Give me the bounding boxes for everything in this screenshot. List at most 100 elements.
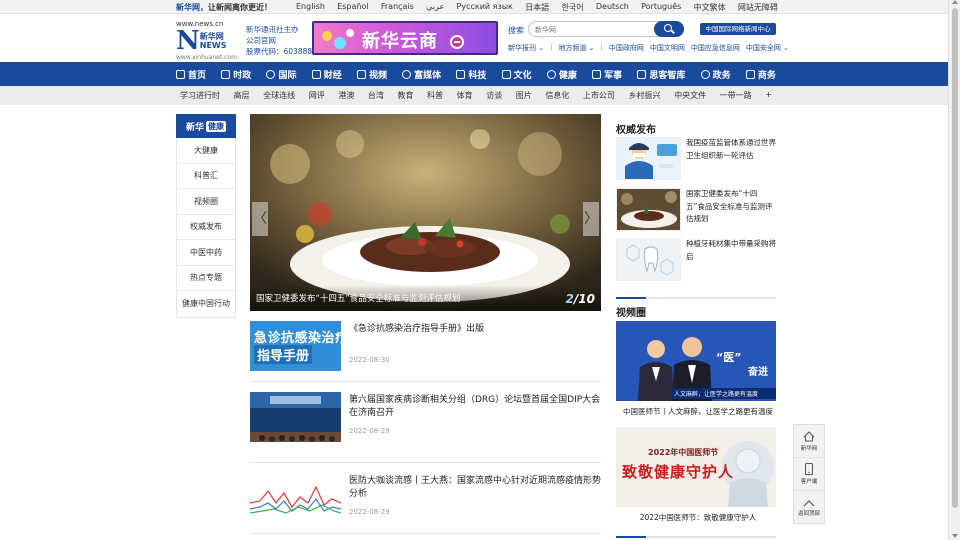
nav-item-1[interactable]: 首页 <box>176 68 206 81</box>
sidebar-item[interactable]: 中医中药 <box>177 240 235 266</box>
health-sidebar: 新华 健康 大健康 科普汇 视频圈 权威发布 中医中药 热点专题 健康中国行动 <box>176 114 236 318</box>
secondary-nav-item[interactable]: 学习进行时 <box>180 90 220 101</box>
secondary-nav-item[interactable]: 体育 <box>457 90 473 101</box>
secondary-nav-item[interactable]: 中央文件 <box>674 90 706 101</box>
sidebar-item[interactable]: 大健康 <box>177 138 235 164</box>
authority-item[interactable]: 我国疫苗监管体系通过世界卫生组织新一轮评估 <box>616 137 776 181</box>
language-link[interactable]: 中文繁体 <box>694 2 726 13</box>
sidebar-item[interactable]: 权威发布 <box>177 215 235 240</box>
search-button[interactable] <box>654 21 684 37</box>
nav-item-4[interactable]: 财经 <box>311 68 342 81</box>
authority-thumbnail[interactable] <box>616 137 681 180</box>
xinhua-logo[interactable]: www.news.cn N 新华网 NEWS www.xinhuanet.com <box>176 20 237 61</box>
secondary-nav-item[interactable]: 高层 <box>234 90 250 101</box>
float-app-button[interactable]: 客户端 <box>794 458 824 491</box>
link-emergency[interactable]: 中国应急信息网 <box>691 43 740 53</box>
news-title[interactable]: 第六届国家疾病诊断相关分组（DRG）论坛暨首届全国DIP大会在济南召开 <box>349 394 601 420</box>
main-nav: 首页 时政 国际 财经 视频 富媒体 科技 文化 健康 军事 思客智库 政务 商务 <box>0 62 948 86</box>
nav-item-13[interactable]: 商务 <box>745 68 776 81</box>
authority-thumbnail[interactable] <box>616 238 681 281</box>
org-line[interactable]: 公司官网 <box>246 35 312 46</box>
sidebar-item[interactable]: 科普汇 <box>177 164 235 189</box>
carousel-caption[interactable]: 国家卫健委发布“十四五”食品安全标准与监测评估规划 <box>256 292 460 304</box>
link-newspapers[interactable]: 新华报刊 ⌄ <box>508 43 544 53</box>
nav-item-10[interactable]: 军事 <box>592 68 622 81</box>
news-item[interactable]: 医防大咖谈流感丨王大燕：国家流感中心针对近期流感疫情形势分析 2022-08-2… <box>250 473 601 535</box>
sidebar-item[interactable]: 热点专题 <box>177 266 235 291</box>
secondary-nav-item[interactable]: 图片 <box>516 90 532 101</box>
nav-item-11[interactable]: 思客智库 <box>637 68 685 81</box>
authority-thumbnail[interactable] <box>616 188 681 231</box>
video-caption[interactable]: 2022中国医师节：致敬健康守护人 <box>616 512 780 523</box>
news-thumbnail[interactable]: 急诊抗感染治疗 指导手册 <box>250 321 341 371</box>
sidebar-item[interactable]: 健康中国行动 <box>177 291 235 317</box>
language-link[interactable]: Français <box>381 2 414 13</box>
link-gov-portal[interactable]: 中国政府网 <box>609 43 644 53</box>
sidebar-header[interactable]: 新华 健康 <box>176 114 236 138</box>
video-thumbnail[interactable]: “医” 奋进 人文麻醉，让医学之路更有温度 <box>616 321 776 401</box>
news-item[interactable]: 急诊抗感染治疗 指导手册 《急诊抗感染治疗指导手册》出版 2022-08-30 <box>250 321 601 383</box>
language-link[interactable]: 한국어 <box>561 2 583 13</box>
language-link[interactable]: Português <box>641 2 681 13</box>
news-title[interactable]: 医防大咖谈流感丨王大燕：国家流感中心针对近期流感疫情形势分析 <box>349 475 601 501</box>
video-section-title[interactable]: 视频圈 <box>616 304 646 319</box>
secondary-nav-item[interactable]: 信息化 <box>545 90 569 101</box>
sidebar-item[interactable]: 视频圈 <box>177 189 235 215</box>
featured-carousel[interactable]: 国家卫健委发布“十四五”食品安全标准与监测评估规划 2/10 〈 〉 <box>250 114 601 311</box>
secondary-nav-item[interactable]: 网评 <box>309 90 325 101</box>
language-link[interactable]: Русский язык <box>457 2 513 13</box>
authority-title[interactable]: 我国疫苗监管体系通过世界卫生组织新一轮评估 <box>686 137 776 162</box>
secondary-nav-item[interactable]: 台湾 <box>368 90 384 101</box>
language-link[interactable]: 日本語 <box>525 2 549 13</box>
authority-title[interactable]: 国家卫健委发布“十四五”食品安全标准与监测评估规划 <box>686 188 776 226</box>
secondary-nav-item[interactable]: 乡村振兴 <box>629 90 661 101</box>
secondary-nav-item[interactable]: 一带一路 <box>720 90 752 101</box>
link-safety[interactable]: 中国安全网 ⌄ <box>746 43 789 53</box>
float-home-button[interactable]: 新华网 <box>794 425 824 458</box>
secondary-nav-item[interactable]: 访谈 <box>486 90 502 101</box>
language-link[interactable]: Español <box>337 2 368 13</box>
authority-item[interactable]: 种植牙耗材集中带量采购将启 <box>616 238 776 282</box>
language-link[interactable]: English <box>296 2 325 13</box>
secondary-nav-item[interactable]: 全球连线 <box>263 90 295 101</box>
nav-item-2[interactable]: 时政 <box>221 68 251 81</box>
language-link[interactable]: عربي <box>426 2 444 13</box>
nav-item-7[interactable]: 科技 <box>456 68 486 81</box>
news-item[interactable]: 第六届国家疾病诊断相关分组（DRG）论坛暨首届全国DIP大会在济南召开 2022… <box>250 392 601 454</box>
nav-item-9[interactable]: 健康 <box>546 68 577 81</box>
link-local-channels[interactable]: 地方频道 ⌄ <box>558 43 594 53</box>
authority-item[interactable]: 国家卫健委发布“十四五”食品安全标准与监测评估规划 <box>616 188 776 232</box>
news-thumbnail[interactable] <box>250 473 341 523</box>
gov-news-center-button[interactable]: 中国国际网络新闻中心 <box>700 23 776 35</box>
nav-item-3[interactable]: 国际 <box>266 68 296 81</box>
org-line[interactable]: 股票代码：603888 <box>246 46 312 57</box>
nav-item-12[interactable]: 政务 <box>700 68 731 81</box>
float-back-to-top-button[interactable]: 返回顶部 <box>794 491 824 524</box>
news-title[interactable]: 《急诊抗感染治疗指导手册》出版 <box>349 323 601 336</box>
search-input[interactable] <box>535 24 655 35</box>
language-link[interactable]: Deutsch <box>596 2 629 13</box>
carousel-next-button[interactable]: 〉 <box>583 202 599 236</box>
authority-title[interactable]: 种植牙耗材集中带量采购将启 <box>686 238 776 263</box>
org-line[interactable]: 新华通讯社主办 <box>246 24 312 35</box>
scroll-up-arrow-icon[interactable] <box>952 0 958 4</box>
secondary-nav-item[interactable]: 教育 <box>397 90 413 101</box>
secondary-nav-item[interactable]: 科普 <box>427 90 443 101</box>
link-civilization[interactable]: 中国文明网 <box>650 43 685 53</box>
carousel-prev-button[interactable]: 〈 <box>252 202 268 236</box>
vertical-scrollbar[interactable] <box>948 0 960 540</box>
ad-banner[interactable]: 新华云商 <box>312 21 498 55</box>
video-caption[interactable]: 中国医师节丨人文麻醉，让医学之路更有温度 <box>616 406 780 417</box>
news-thumbnail[interactable] <box>250 392 341 442</box>
scrollbar-thumb[interactable] <box>952 8 958 508</box>
video-thumbnail[interactable]: 2022年中国医师节 致敬健康守护人 <box>616 427 776 507</box>
language-link[interactable]: 网站无障碍 <box>738 2 778 13</box>
secondary-nav-item[interactable]: + <box>765 90 772 101</box>
scroll-down-arrow-icon[interactable] <box>952 534 958 538</box>
secondary-nav-item[interactable]: 上市公司 <box>583 90 615 101</box>
nav-item-6[interactable]: 富媒体 <box>402 68 441 81</box>
nav-item-5[interactable]: 视频 <box>356 68 387 81</box>
nav-item-8[interactable]: 文化 <box>501 68 532 81</box>
secondary-nav-item[interactable]: 港澳 <box>338 90 354 101</box>
authority-section-title[interactable]: 权威发布 <box>616 121 656 136</box>
